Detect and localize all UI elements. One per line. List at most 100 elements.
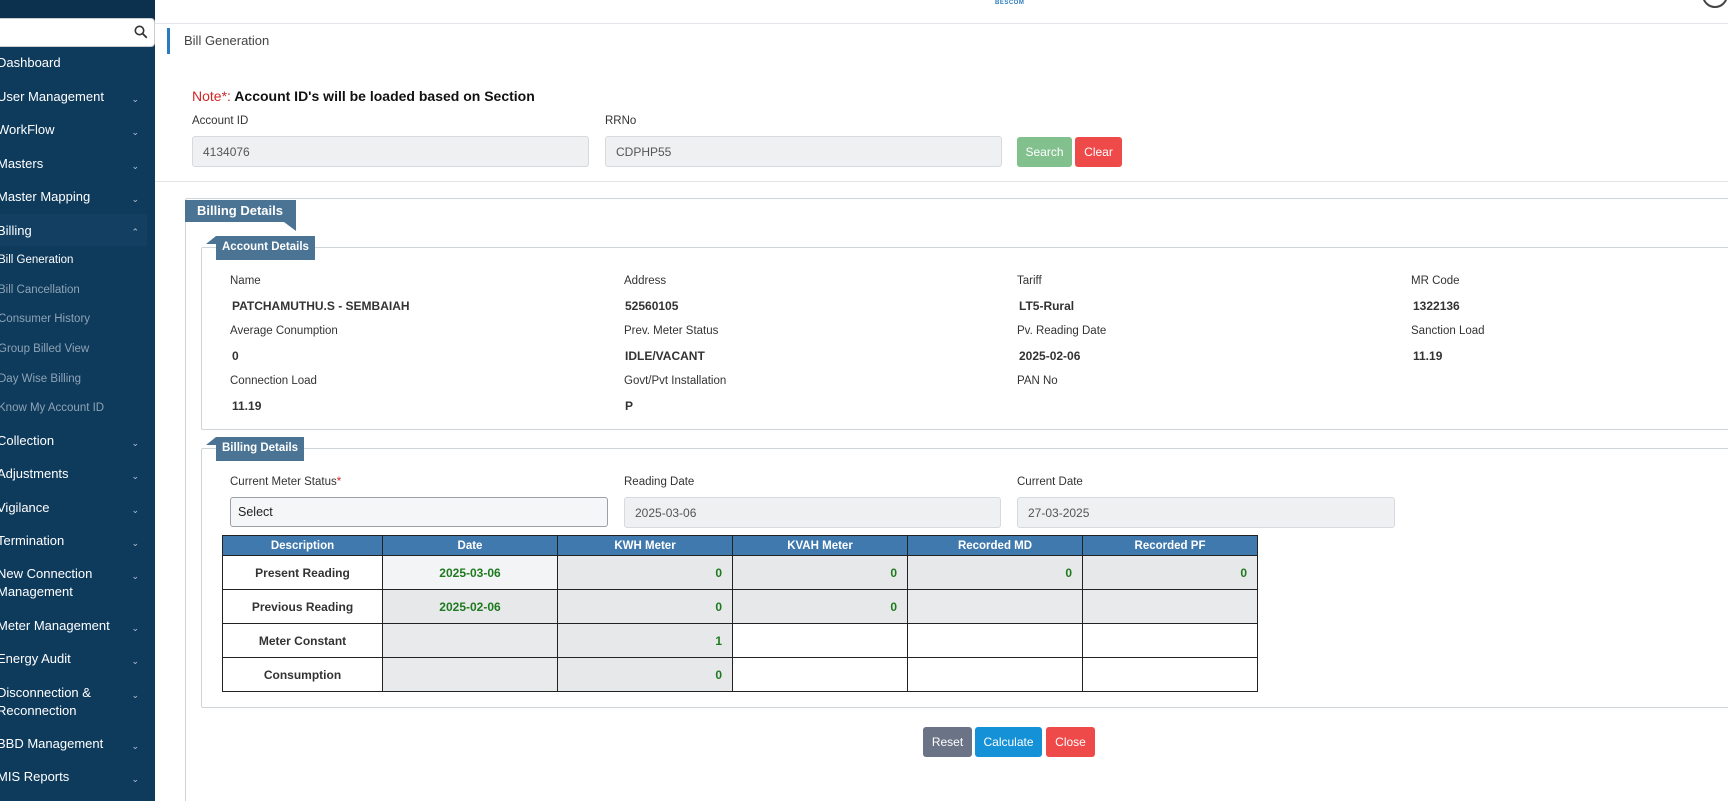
sidebar-item-user-management[interactable]: User Management ⌄ [0,88,147,105]
sidebar-item-new-connection-management[interactable]: New Connection Management ⌄ [0,565,147,601]
sidebar-item-energy-audit[interactable]: Energy Audit ⌄ [0,650,147,667]
chevron-down-icon: ⌄ [131,471,139,481]
sidebar-item-termination[interactable]: Termination ⌄ [0,532,147,549]
consumption-date-cell [382,657,558,692]
consumption-kvah-cell [732,657,908,692]
previous-date-cell: 2025-02-06 [382,589,558,624]
sidebar-item-mis-reports[interactable]: MIS Reports ⌄ [0,768,147,785]
sidebar-search-input[interactable] [0,18,155,47]
tariff-label: Tariff [1017,275,1042,287]
table-row: Consumption 0 [222,657,1258,692]
name-value: PATCHAMUTHU.S - SEMBAIAH [232,299,410,313]
chevron-down-icon: ⌄ [131,438,139,448]
account-details-heading: Account Details [216,236,315,260]
sidebar-item-workflow[interactable]: WorkFlow ⌄ [0,121,147,138]
address-label: Address [624,275,667,287]
previous-kvah-cell: 0 [732,589,908,624]
billing-details-heading: Billing Details [185,200,296,222]
readings-table: Description Date KWH Meter KVAH Meter Re… [222,535,1258,692]
divider [155,181,1728,182]
row-description: Previous Reading [222,589,383,624]
user-avatar[interactable] [1702,0,1728,8]
sidebar-subitem-know-my-account-id[interactable]: Know My Account ID [0,402,104,414]
present-md-input[interactable]: 0 [907,555,1083,590]
table-header-row: Description Date KWH Meter KVAH Meter Re… [222,535,1258,556]
sidebar-subitem-bill-generation[interactable]: Bill Generation [0,254,73,266]
average-consumption-value: 0 [232,349,239,363]
sidebar-item-master-mapping[interactable]: Master Mapping ⌄ [0,188,147,205]
sidebar-item-bbd-management[interactable]: BBD Management ⌄ [0,735,147,752]
present-pf-input[interactable]: 0 [1082,555,1258,590]
rrno-field[interactable]: CDPHP55 [605,136,1002,167]
meter-constant-pf-cell [1082,623,1258,658]
chevron-up-icon: ⌃ [131,227,139,237]
chevron-down-icon: ⌄ [131,741,139,751]
reset-button[interactable]: Reset [923,727,972,757]
column-header: KWH Meter [557,535,733,556]
sidebar-item-vigilance[interactable]: Vigilance ⌄ [0,499,147,516]
heading-tail [284,222,296,231]
heading-tail [206,437,216,445]
bescom-logo: BESCOM [995,0,1025,6]
reading-date-field[interactable]: 2025-03-06 [624,497,1001,528]
chevron-down-icon: ⌄ [131,774,139,784]
column-header: Recorded PF [1082,535,1258,556]
installation-value: P [625,399,634,413]
previous-md-cell [907,589,1083,624]
pv-reading-date-label: Pv. Reading Date [1017,325,1107,337]
column-header: Recorded MD [907,535,1083,556]
column-header: Description [222,535,383,556]
sidebar-item-collection[interactable]: Collection ⌄ [0,432,147,449]
search-icon[interactable] [134,25,148,39]
clear-button[interactable]: Clear [1075,137,1122,167]
calculate-button[interactable]: Calculate [975,727,1042,757]
sidebar-item-dashboard[interactable]: Dashboard [0,54,147,71]
sidebar-item-adjustments[interactable]: Adjustments ⌄ [0,465,147,482]
close-button[interactable]: Close [1046,727,1095,757]
sanction-load-label: Sanction Load [1411,325,1485,337]
section-note: Note*: Account ID's will be loaded based… [192,88,535,104]
chevron-down-icon: ⌄ [131,656,139,666]
chevron-down-icon: ⌄ [131,94,139,104]
previous-pf-cell [1082,589,1258,624]
row-description: Present Reading [222,555,383,590]
sidebar-item-disconnection-reconnection[interactable]: Disconnection & Reconnection ⌄ [0,684,147,720]
meter-status-label: Current Meter Status* [230,476,342,488]
address-value: 52560105 [625,299,679,313]
top-header: BESCOM [155,0,1728,24]
sidebar-item-meter-management[interactable]: Meter Management ⌄ [0,617,147,634]
prev-meter-status-value: IDLE/VACANT [625,349,705,363]
mr-code-value: 1322136 [1413,299,1460,313]
table-row: Previous Reading 2025-02-06 0 0 [222,589,1258,624]
current-date-label: Current Date [1017,476,1083,488]
present-kvah-input[interactable]: 0 [732,555,908,590]
meter-constant-kwh-cell: 1 [557,623,733,658]
meter-status-select[interactable]: Select [230,497,608,527]
prev-meter-status-label: Prev. Meter Status [624,325,719,337]
sidebar-item-billing[interactable]: Billing ⌃ [0,214,147,246]
consumption-md-cell [907,657,1083,692]
current-date-field[interactable]: 27-03-2025 [1017,497,1395,528]
sidebar-subitem-consumer-history[interactable]: Consumer History [0,313,90,325]
heading-tail [206,236,216,244]
account-details-panel [201,247,1728,430]
connection-load-label: Connection Load [230,375,317,387]
search-button[interactable]: Search [1017,137,1072,167]
column-header: KVAH Meter [732,535,908,556]
present-kwh-input[interactable]: 0 [557,555,733,590]
sidebar-item-masters[interactable]: Masters ⌄ [0,155,147,172]
sidebar-subitem-day-wise-billing[interactable]: Day Wise Billing [0,373,81,385]
installation-label: Govt/Pvt Installation [624,375,727,387]
billing-form-heading: Billing Details [216,437,305,461]
page-title: Bill Generation [167,28,269,54]
pan-no-label: PAN No [1017,375,1058,387]
present-date-input[interactable]: 2025-03-06 [382,555,558,590]
account-id-field[interactable]: 4134076 [192,136,589,167]
sidebar-subitem-bill-cancellation[interactable]: Bill Cancellation [0,284,80,296]
chevron-down-icon: ⌄ [131,623,139,633]
row-description: Meter Constant [222,623,383,658]
row-description: Consumption [222,657,383,692]
sidebar-subitem-group-billed-view[interactable]: Group Billed View [0,343,89,355]
consumption-kwh-cell: 0 [557,657,733,692]
connection-load-value: 11.19 [232,399,262,413]
